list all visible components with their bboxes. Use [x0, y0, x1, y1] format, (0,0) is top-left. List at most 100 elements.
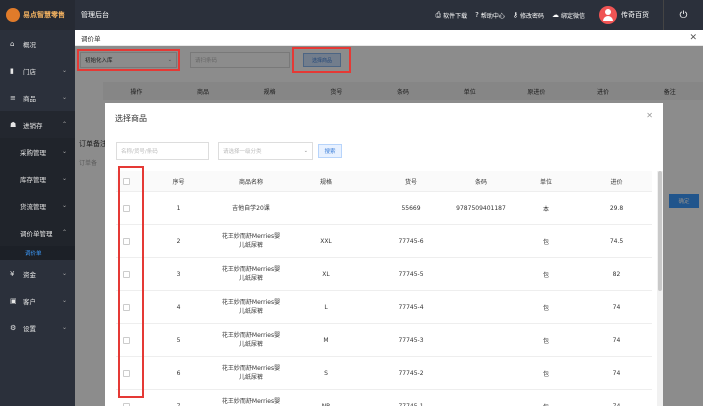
app-title: 管理后台 [81, 11, 109, 19]
cell-no: 2 [176, 237, 181, 245]
highlight-select-goods-button [292, 47, 351, 73]
cell-sku: 77745-5 [398, 270, 424, 278]
highlight-checkbox-column [118, 166, 144, 398]
sidebar-item-label: 进销存 [23, 121, 43, 130]
chevron-down-icon: ⌄ [61, 94, 67, 101]
column-header: 单位 [539, 178, 552, 186]
table-row[interactable]: 6 花王妙而舒Merries婴儿纸尿裤 S 77745-2 包 74 [116, 357, 652, 390]
chevron-down-icon: ⌄ [303, 148, 308, 154]
power-icon[interactable]: ⏻ [663, 0, 703, 30]
table-row[interactable]: 3 花王妙而舒Merries婴儿纸尿裤 XL 77745-5 包 82 [116, 258, 652, 291]
sidebar-item-funds[interactable]: ¥ 资金 ⌄ [0, 260, 75, 287]
select-goods-modal: 选择商品 ✕ 名称/货号/条码 请选择一级分类 ⌄ 搜索 序号 商品名称 规格 … [105, 103, 663, 406]
row-checkbox[interactable] [122, 402, 130, 406]
top-bar: 易点智慧零售 管理后台 ⎙ 软件下载 ? 帮助中心 ⚷ 修改密码 ☁ 绑定微信 … [0, 0, 703, 30]
sidebar-subitem-label: 采购管理 [20, 148, 46, 157]
search-button[interactable]: 搜索 [318, 144, 342, 158]
cell-sku: 77745-2 [398, 369, 424, 377]
cell-no: 6 [176, 369, 181, 377]
column-header: 规格 [319, 178, 332, 186]
sidebar-item-overview[interactable]: ⌂ 概况 [0, 30, 75, 57]
help-icon: ? [475, 11, 479, 19]
chevron-down-icon: ⌄ [61, 297, 67, 304]
table-row[interactable]: 7 花王妙而舒Merries婴儿纸尿裤 NB 77745-1 包 74 [116, 390, 652, 406]
sidebar-subitem-stock[interactable]: 库存管理 ⌄ [0, 165, 75, 192]
cell-price: 74 [612, 369, 621, 377]
cell-name: 花王妙而舒Merries婴儿纸尿裤 [221, 365, 281, 381]
close-icon[interactable]: ✕ [646, 111, 653, 120]
cell-unit: 包 [542, 337, 549, 345]
sidebar-item-label: 门店 [23, 67, 36, 76]
chevron-up-icon: ⌃ [61, 121, 67, 128]
chevron-down-icon: ⌄ [61, 67, 67, 74]
cell-unit: 包 [542, 238, 549, 246]
cell-sku: 77745-4 [398, 303, 424, 311]
home-icon: ⌂ [10, 39, 15, 48]
chevron-down-icon: ⌄ [61, 202, 67, 209]
cell-barcode: 9787509401187 [456, 204, 506, 212]
sidebar-subitem-label: 调价单管理 [20, 229, 53, 238]
goods-table: 序号 商品名称 规格 货号 条码 单位 进价 1 吉他自学20课 55669 9787… [116, 171, 652, 406]
sidebar-item-goods[interactable]: ≡ 商品 ⌄ [0, 84, 75, 111]
table-row[interactable]: 5 花王妙而舒Merries婴儿纸尿裤 M 77745-3 包 74 [116, 324, 652, 357]
logo-mark-icon [6, 8, 20, 22]
table-row[interactable]: 2 花王妙而舒Merries婴儿纸尿裤 XXL 77745-6 包 74.5 [116, 225, 652, 258]
table-row[interactable]: 4 花王妙而舒Merries婴儿纸尿裤 L 77745-4 包 74 [116, 291, 652, 324]
cell-spec: L [324, 303, 328, 311]
avatar[interactable] [599, 6, 617, 24]
cell-price: 82 [612, 270, 621, 278]
scrollbar-thumb[interactable] [658, 171, 662, 291]
key-icon: ⚷ [512, 11, 518, 19]
column-header: 货号 [404, 178, 417, 186]
cell-sku: 77745-6 [398, 237, 424, 245]
change-password-link[interactable]: ⚷ 修改密码 [513, 11, 544, 20]
software-download-label: 软件下载 [443, 12, 468, 20]
sidebar-subitem-purchase[interactable]: 采购管理 ⌄ [0, 138, 75, 165]
table-header-row: 序号 商品名称 规格 货号 条码 单位 进价 [116, 171, 652, 192]
cell-name: 花王妙而舒Merries婴儿纸尿裤 [221, 233, 281, 249]
category-placeholder: 请选择一级分类 [223, 149, 262, 155]
bind-wechat-link[interactable]: ☁ 绑定微信 [552, 11, 585, 20]
wechat-icon: ☁ [551, 11, 559, 19]
cell-price: 29.8 [609, 204, 624, 212]
sidebar-leaf-price-adjust-order[interactable]: 调价单 [0, 246, 75, 260]
cell-spec: M [323, 336, 329, 344]
close-icon[interactable]: ✕ [689, 33, 697, 43]
table-row[interactable]: 1 吉他自学20课 55669 9787509401187 本 29.8 [116, 192, 652, 225]
modal-title: 选择商品 [115, 114, 147, 123]
scrollbar[interactable] [657, 171, 663, 406]
column-header: 进价 [610, 178, 623, 186]
username[interactable]: 传奇百货 [621, 10, 649, 20]
sidebar-item-label: 商品 [23, 94, 36, 103]
cell-unit: 包 [542, 271, 549, 279]
change-password-label: 修改密码 [519, 12, 544, 20]
id-card-icon: ▣ [10, 296, 17, 305]
software-download-link[interactable]: ⎙ 软件下载 [435, 11, 467, 20]
sidebar-item-settings[interactable]: ⚙ 设置 ⌄ [0, 314, 75, 341]
cell-spec: NB [321, 402, 331, 406]
gear-icon: ⚙ [10, 323, 17, 332]
sidebar-item-label: 资金 [23, 270, 36, 279]
help-center-link[interactable]: ? 帮助中心 [475, 11, 505, 20]
sidebar-item-store[interactable]: ▮ 门店 ⌄ [0, 57, 75, 84]
chevron-down-icon: ⌄ [61, 148, 67, 155]
cell-unit: 本 [542, 205, 549, 213]
goods-search-input[interactable]: 名称/货号/条码 [116, 142, 209, 160]
cell-no: 7 [176, 402, 181, 406]
logo[interactable]: 易点智慧零售 [0, 0, 75, 30]
tab-price-adjust[interactable]: 调价单 [75, 30, 703, 46]
cart-icon: ☗ [10, 120, 17, 129]
sidebar-item-inventory[interactable]: ☗ 进销存 ⌃ [0, 111, 75, 138]
column-header: 商品名称 [238, 178, 263, 186]
cell-spec: XXL [320, 237, 332, 245]
sidebar-subitem-price-adjust[interactable]: 调价单管理 ⌃ [0, 219, 75, 246]
sidebar-item-label: 设置 [23, 324, 36, 333]
highlight-order-type-select [77, 49, 180, 71]
cell-unit: 包 [542, 304, 549, 312]
category-select[interactable]: 请选择一级分类 ⌄ [218, 142, 313, 160]
cell-spec: XL [322, 270, 330, 278]
help-center-label: 帮助中心 [480, 12, 505, 20]
sidebar-item-customer[interactable]: ▣ 客户 ⌄ [0, 287, 75, 314]
sidebar-subitem-flow[interactable]: 货流管理 ⌄ [0, 192, 75, 219]
cell-unit: 包 [542, 370, 549, 378]
